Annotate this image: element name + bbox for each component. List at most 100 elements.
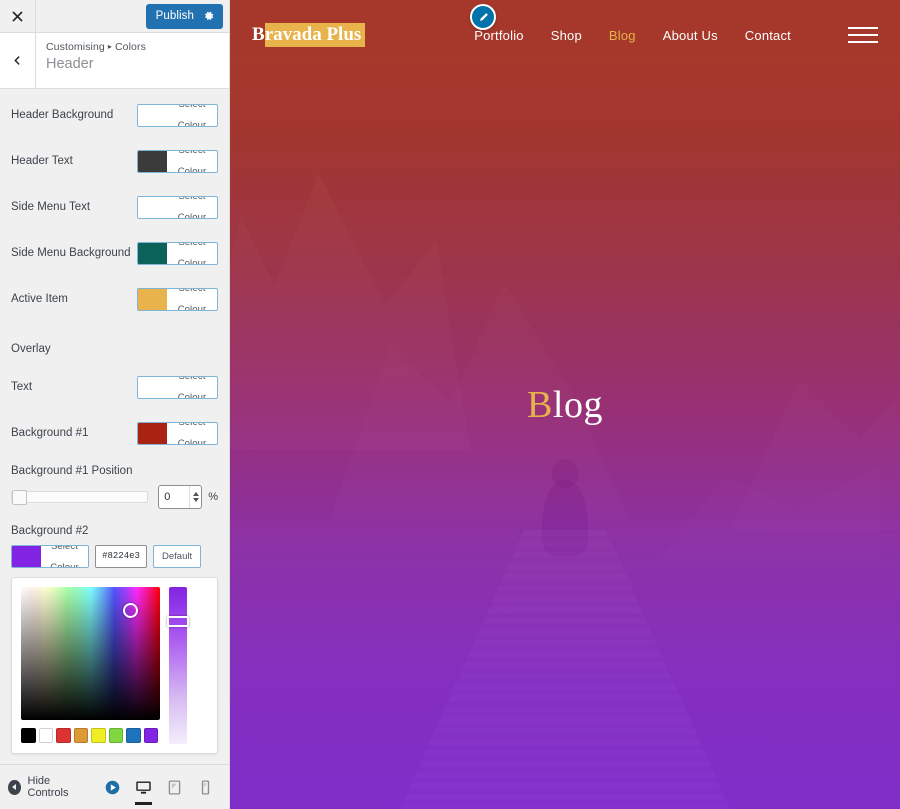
color-swatch (138, 422, 167, 444)
customizer-app: Publish Customising ▸ Colors Header Head… (0, 0, 900, 809)
control-label: Active Item (11, 292, 68, 305)
publish-label: Publish (155, 10, 194, 22)
iris-color-picker[interactable] (11, 577, 218, 754)
iris-swatch-green[interactable] (108, 728, 123, 743)
iris-hue-strip[interactable] (167, 587, 189, 744)
color-picker-side-menu-background[interactable]: Select Colour (137, 241, 218, 265)
bg2-control-row: Select Colour #8224e3 Default (0, 545, 229, 568)
preview-play-button[interactable] (97, 765, 128, 809)
site-preview[interactable]: Bravada Plus Portfolio Shop Blog About U… (230, 0, 900, 809)
customizer-topbar: Publish (0, 0, 229, 33)
iris-cursor-handle[interactable] (123, 603, 138, 618)
publish-button[interactable]: Publish (145, 3, 223, 29)
control-label: Header Text (11, 154, 73, 167)
control-label: Side Menu Background (11, 246, 131, 259)
control-header-text: Header Text Select Colour (0, 147, 229, 175)
control-label: Text (11, 380, 33, 393)
nav-item-blog[interactable]: Blog (609, 28, 636, 43)
bg2-hex-input[interactable]: #8224e3 (95, 545, 147, 568)
gear-icon[interactable] (203, 10, 215, 22)
bg2-default-button[interactable]: Default (153, 545, 202, 568)
close-customizer-button[interactable] (0, 0, 36, 32)
customizer-controls-scroll[interactable]: Header Background Select Colour Header T… (0, 89, 229, 764)
iris-swatch-white[interactable] (38, 728, 53, 743)
iris-swatch-blue[interactable] (126, 728, 141, 743)
color-swatch (138, 104, 167, 126)
panel-header-text: Customising ▸ Colors Header (36, 33, 146, 88)
slider-handle[interactable] (12, 490, 27, 505)
bg1-position-unit: % (208, 491, 218, 503)
breadcrumb-section[interactable]: Colors (115, 41, 146, 53)
iris-swatch-purple[interactable] (143, 728, 158, 743)
color-picker-overlay-background-2[interactable]: Select Colour (11, 545, 89, 568)
color-swatch (138, 196, 167, 218)
control-label: Header Background (11, 108, 114, 121)
select-colour-label: Select Colour (50, 545, 79, 568)
control-side-menu-text: Side Menu Text Select Colour (0, 193, 229, 221)
iris-saturation-square[interactable] (21, 587, 160, 720)
back-button[interactable] (0, 33, 36, 88)
hero-heading-first-letter: B (527, 384, 553, 426)
desktop-icon (136, 781, 151, 794)
bg1-position-stepper[interactable]: 0 (158, 485, 203, 509)
control-header-background: Header Background Select Colour (0, 101, 229, 129)
device-desktop-button[interactable] (128, 765, 159, 809)
color-picker-header-background[interactable]: Select Colour (137, 103, 218, 127)
color-swatch (138, 242, 167, 264)
pencil-icon (479, 12, 488, 21)
breadcrumb: Customising ▸ Colors (46, 41, 146, 53)
tablet-icon (168, 779, 181, 795)
iris-left-column (21, 587, 160, 744)
site-title-first-letter: B (252, 24, 265, 45)
bg1-position-value[interactable]: 0 (164, 491, 189, 503)
nav-item-contact[interactable]: Contact (745, 28, 791, 43)
bg1-position-label: Background #1 Position (11, 465, 133, 477)
hide-controls-label: Hide Controls (27, 775, 69, 799)
stepper-down-icon[interactable] (192, 498, 199, 502)
select-colour-label: Select Colour (177, 241, 207, 265)
site-title-rest: ravada Plus (264, 23, 366, 47)
hide-controls-button[interactable]: Hide Controls (8, 775, 83, 799)
overlay-section-label: Overlay (11, 343, 51, 355)
iris-preset-swatches (21, 728, 160, 743)
chevron-left-icon (14, 56, 20, 65)
color-picker-active-item[interactable]: Select Colour (137, 287, 218, 311)
site-header: Bravada Plus Portfolio Shop Blog About U… (230, 0, 900, 70)
iris-swatch-orange[interactable] (73, 728, 88, 743)
color-swatch (138, 376, 167, 398)
hamburger-menu-icon[interactable] (848, 27, 878, 43)
device-mobile-button[interactable] (190, 765, 221, 809)
iris-swatch-red[interactable] (56, 728, 71, 743)
bg2-label: Background #2 (11, 525, 89, 537)
select-colour-label: Select Colour (177, 103, 207, 127)
nav-item-about-us[interactable]: About Us (663, 28, 718, 43)
color-picker-overlay-background-1[interactable]: Select Colour (137, 421, 218, 445)
breadcrumb-root[interactable]: Customising (46, 41, 105, 53)
stepper-arrows[interactable] (189, 486, 201, 508)
nav-item-shop[interactable]: Shop (551, 28, 582, 43)
device-tablet-button[interactable] (159, 765, 190, 809)
color-swatch (12, 546, 41, 567)
color-picker-header-text[interactable]: Select Colour (137, 149, 218, 173)
iris-swatch-black[interactable] (21, 728, 36, 743)
site-title[interactable]: Bravada Plus (252, 23, 366, 47)
iris-strip-handle[interactable] (167, 616, 189, 627)
iris-swatch-yellow[interactable] (91, 728, 106, 743)
breadcrumb-separator: ▸ (107, 41, 112, 51)
bg1-position-slider[interactable] (11, 490, 149, 505)
collapse-icon (8, 779, 21, 795)
edit-shortcut-pin[interactable] (470, 4, 496, 30)
control-label: Side Menu Text (11, 200, 91, 213)
color-picker-overlay-text[interactable]: Select Colour (137, 375, 218, 399)
select-colour-label: Select Colour (177, 149, 207, 173)
select-colour-label: Select Colour (177, 195, 207, 219)
play-circle-icon (105, 780, 120, 794)
publish-area: Publish (145, 0, 229, 32)
hero-heading-rest: log (552, 384, 603, 426)
control-label: Background #1 (11, 426, 89, 439)
mobile-icon (201, 779, 210, 795)
panel-header: Customising ▸ Colors Header (0, 33, 229, 89)
color-picker-side-menu-text[interactable]: Select Colour (137, 195, 218, 219)
stepper-up-icon[interactable] (192, 492, 199, 496)
